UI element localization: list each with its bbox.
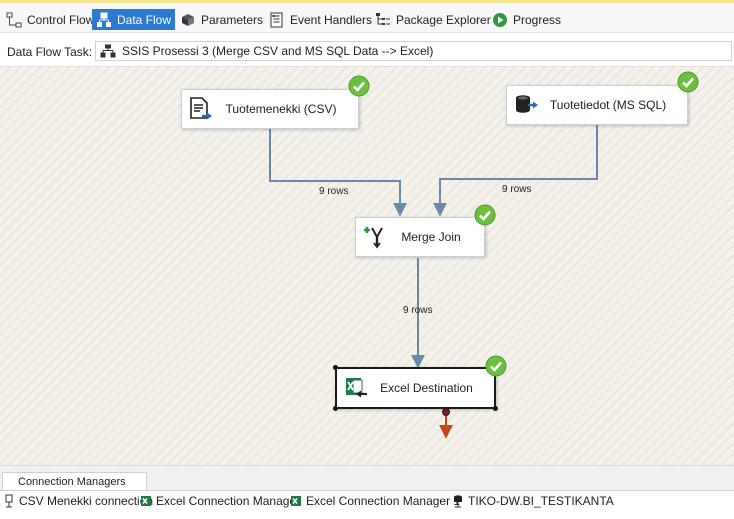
tab-package-explorer-label: Package Explorer <box>396 12 491 27</box>
tab-event-handlers[interactable]: Event Handlers <box>265 9 376 30</box>
selection-handle[interactable] <box>333 365 338 370</box>
tab-data-flow-label: Data Flow <box>117 12 172 27</box>
connection-manager-item[interactable]: CSV Menekki connection <box>3 494 153 508</box>
connection-manager-label: CSV Menekki connection <box>19 494 154 508</box>
data-flow-task-label: Data Flow Task: <box>7 45 93 59</box>
flat-file-connection-icon <box>5 494 13 508</box>
connection-manager-label: Excel Connection Manager 1 <box>306 494 461 508</box>
tab-progress[interactable]: Progress <box>488 9 565 30</box>
parameters-icon <box>182 13 194 26</box>
row-count-label-merge: 9 rows <box>403 305 433 316</box>
connection-manager-item[interactable]: Excel Connection Manager 1 <box>290 494 460 508</box>
success-check-icon <box>348 75 370 97</box>
data-flow-task-dropdown[interactable]: SSIS Prosessi 3 (Merge CSV and MS SQL Da… <box>95 41 732 61</box>
selection-handle[interactable] <box>493 406 498 411</box>
error-output-handle[interactable] <box>442 408 450 416</box>
success-check-icon <box>474 204 496 226</box>
tab-control-flow[interactable]: Control Flow <box>2 9 98 30</box>
control-flow-icon <box>6 12 22 27</box>
success-check-icon <box>677 71 699 93</box>
connection-manager-item[interactable]: TIKO-DW.BI_TESTIKANTA <box>452 494 614 508</box>
row-count-label-sql: 9 rows <box>502 184 532 195</box>
data-flow-task-bar: Data Flow Task: SSIS Prosessi 3 (Merge C… <box>0 40 734 64</box>
node-merge-join-label: Merge Join <box>401 230 461 244</box>
selection-handle[interactable] <box>333 406 338 411</box>
node-excel-destination-label: Excel Destination <box>380 381 473 395</box>
data-flow-design-canvas[interactable]: Tuotemenekki (CSV) Tuotetiedot (MS SQL) … <box>0 66 734 465</box>
connection-managers-list: CSV Menekki connection Excel Connection … <box>0 490 734 519</box>
progress-icon <box>493 12 507 27</box>
tab-parameters[interactable]: Parameters <box>176 9 267 30</box>
connection-manager-label: Excel Connection Manager <box>156 494 301 508</box>
tab-progress-label: Progress <box>513 12 562 27</box>
data-flow-icon <box>97 12 111 27</box>
event-handlers-icon <box>270 12 283 27</box>
tab-control-flow-label: Control Flow <box>27 12 95 27</box>
excel-connection-icon <box>291 496 301 506</box>
top-accent-line <box>0 0 734 3</box>
connection-manager-label: TIKO-DW.BI_TESTIKANTA <box>468 494 614 508</box>
database-source-icon <box>516 95 538 113</box>
tab-event-handlers-label: Event Handlers <box>290 12 373 27</box>
tab-data-flow[interactable]: Data Flow <box>92 9 176 30</box>
data-flow-task-value: SSIS Prosessi 3 (Merge CSV and MS SQL Da… <box>122 44 434 58</box>
data-flow-task-icon <box>100 44 116 58</box>
node-sql-source-label: Tuotetiedot (MS SQL) <box>549 98 667 112</box>
flat-file-source-icon <box>190 97 212 120</box>
node-csv-source[interactable]: Tuotemenekki (CSV) <box>181 89 359 129</box>
path-sql-to-merge[interactable] <box>433 125 598 217</box>
node-merge-join[interactable]: Merge Join <box>355 217 485 257</box>
database-connection-icon <box>454 495 462 508</box>
merge-join-icon <box>364 227 383 249</box>
tab-parameters-label: Parameters <box>201 12 264 27</box>
node-sql-source[interactable]: Tuotetiedot (MS SQL) <box>506 85 688 125</box>
node-excel-destination[interactable]: Excel Destination <box>335 367 496 409</box>
connection-managers-tab[interactable]: Connection Managers <box>2 472 147 490</box>
success-check-icon <box>485 355 507 377</box>
connection-managers-panel: Connection Managers CSV Menekki connecti… <box>0 465 734 519</box>
path-csv-to-merge[interactable] <box>269 129 407 217</box>
tab-package-explorer[interactable]: Package Explorer <box>371 9 495 30</box>
connection-manager-item[interactable]: Excel Connection Manager <box>140 494 300 508</box>
connection-managers-tab-label: Connection Managers <box>18 475 126 488</box>
excel-connection-icon <box>141 496 151 506</box>
node-csv-source-label: Tuotemenekki (CSV) <box>225 102 337 116</box>
excel-destination-icon <box>346 378 367 398</box>
designer-tab-bar: Control Flow Data Flow Parameters Event … <box>0 4 734 33</box>
row-count-label-csv: 9 rows <box>319 186 349 197</box>
package-explorer-icon <box>376 12 390 25</box>
